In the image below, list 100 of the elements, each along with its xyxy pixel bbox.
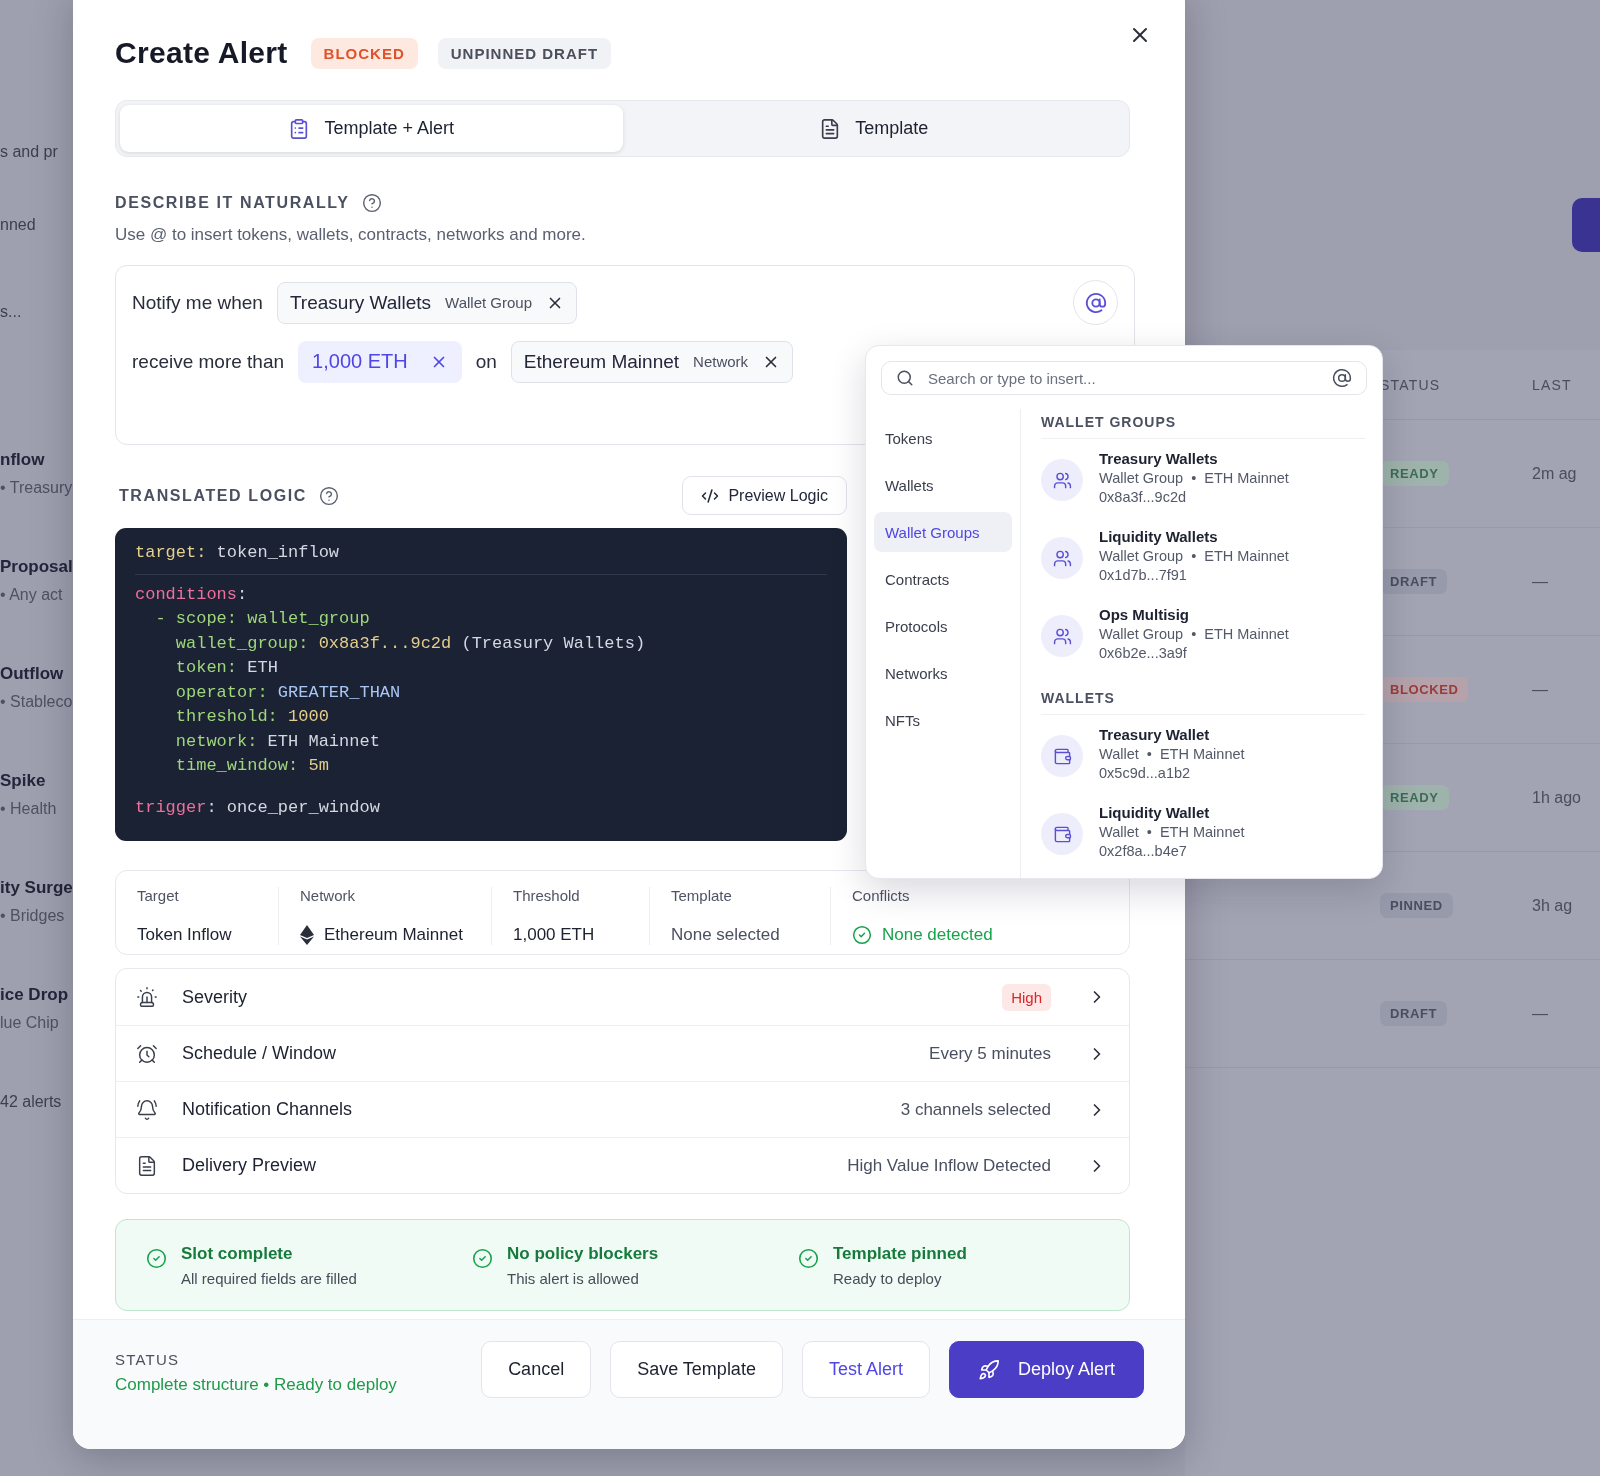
check-circle-icon — [146, 1247, 167, 1269]
table-cell: — — [1532, 680, 1548, 699]
setting-label[interactable]: Severity — [182, 986, 248, 1008]
category-item[interactable]: Wallet Groups — [874, 512, 1012, 552]
hint-text: Use @ to insert tokens, wallets, contracts, networks and more. — [115, 225, 587, 245]
result-address: 0x1d7b...7f91 — [1099, 567, 1188, 583]
result-address: 0x8a3f...9c2d — [1099, 489, 1188, 505]
setting-label[interactable]: Delivery Preview — [182, 1155, 317, 1176]
category-item[interactable]: Wallets — [874, 465, 1012, 505]
check-detail: This alert is allowed — [507, 1269, 640, 1287]
background-text: nned — [0, 215, 37, 235]
chip-label: Ethereum Mainnet — [523, 350, 680, 373]
column-header: LAST — [1532, 376, 1573, 393]
help-icon — [318, 485, 339, 506]
code-line: - scope: wallet_group — [154, 608, 371, 630]
rocket-icon — [977, 1358, 1000, 1381]
result-name[interactable]: Ops Multisig — [1099, 606, 1289, 623]
section-heading: WALLET GROUPS — [1041, 414, 1365, 439]
diamond-icon — [300, 924, 314, 945]
new-alert-button[interactable] — [1572, 198, 1600, 252]
siren-icon — [136, 986, 158, 1008]
summary-value: 1,000 ETH — [513, 924, 595, 945]
tab[interactable]: Template + Alert — [120, 105, 623, 152]
result-meta: Wallet Group • ETH Mainnet — [1099, 470, 1289, 486]
category-item[interactable]: Protocols — [874, 606, 1012, 646]
setting-value: 3 channels selected — [900, 1099, 1051, 1120]
footer-button[interactable]: Cancel — [481, 1341, 592, 1398]
mention-button[interactable] — [1073, 280, 1118, 325]
table-cell: 2m ag — [1532, 464, 1577, 483]
section-heading: WALLETS — [1041, 690, 1365, 715]
alert-subtitle: • Treasury — [0, 478, 73, 498]
section-heading: DESCRIBE IT NATURALLY — [115, 194, 350, 212]
help-icon — [361, 193, 382, 213]
search-field[interactable]: Search or type to insert... — [881, 361, 1367, 395]
chip-label: 1,000 ETH — [312, 350, 408, 373]
deploy-button[interactable]: Deploy Alert — [948, 1341, 1144, 1398]
wallet-icon — [1041, 813, 1083, 855]
alert-subtitle: • Any act — [0, 585, 64, 605]
code-line: network: ETH Mainnet — [174, 730, 381, 753]
check-title: Template pinned — [833, 1243, 967, 1264]
summary-label: Network — [300, 886, 356, 904]
status-badge: DRAFT — [1380, 569, 1448, 594]
status-badge: UNPINNED DRAFT — [437, 37, 612, 69]
alert-subtitle: lue Chip — [0, 1013, 60, 1033]
code-line: wallet_group: 0x8a3f...9c2d (Treasury Wallets) — [174, 632, 647, 655]
category-item[interactable]: Networks — [874, 653, 1012, 693]
alert-title: nflow — [0, 449, 46, 471]
setting-label[interactable]: Schedule / Window — [182, 1043, 337, 1064]
alert-subtitle: • Bridges — [0, 906, 66, 926]
alarm-clock-icon — [136, 1042, 158, 1065]
people-icon — [1041, 537, 1083, 579]
check-title: Slot complete — [181, 1243, 294, 1264]
check-detail: Ready to deploy — [833, 1269, 943, 1287]
background-text: s and pr — [0, 142, 59, 162]
alert-count: 42 alerts — [0, 1092, 63, 1112]
check-title: No policy blockers — [507, 1243, 659, 1264]
footer-button[interactable]: Save Template — [610, 1341, 783, 1398]
tab[interactable]: Template — [622, 105, 1125, 152]
result-meta: Wallet Group • ETH Mainnet — [1099, 548, 1289, 564]
severity-badge: High — [1002, 983, 1051, 1011]
wallet-icon — [1041, 735, 1083, 777]
chip-label: Treasury Wallets — [289, 291, 432, 314]
summary-label: Target — [137, 886, 180, 904]
status-label: STATUS — [115, 1351, 181, 1368]
result-name[interactable]: Treasury Wallet — [1099, 726, 1245, 743]
result-name[interactable]: Liquidity Wallets — [1099, 528, 1289, 545]
chip-type: Wallet Group — [445, 294, 533, 311]
result-name[interactable]: Liquidity Wallet — [1099, 804, 1245, 821]
category-item[interactable]: Contracts — [874, 559, 1012, 599]
code-icon — [701, 486, 720, 505]
footer-button[interactable]: Test Alert — [801, 1341, 930, 1398]
document-icon — [136, 1154, 158, 1177]
setting-value: High Value Inflow Detected — [847, 1155, 1051, 1176]
chip-type: Network — [693, 353, 749, 370]
table-cell: 3h ag — [1532, 896, 1573, 915]
summary-label: Threshold — [513, 886, 581, 904]
result-meta: Wallet • ETH Mainnet — [1099, 746, 1245, 762]
summary-value: None detected — [882, 924, 993, 945]
preview-logic-button[interactable]: Preview Logic — [682, 476, 847, 515]
result-name[interactable]: Treasury Wallets — [1099, 450, 1289, 467]
alert-subtitle: • Health — [0, 799, 58, 819]
people-icon — [1041, 615, 1083, 657]
result-address: 0x6b2e...3a9f — [1099, 645, 1188, 661]
category-item[interactable]: NFTs — [874, 700, 1012, 740]
status-text: Complete structure • Ready to deploy — [115, 1375, 397, 1395]
code-line: trigger: once_per_window — [135, 796, 381, 819]
code-line: threshold: 1000 — [174, 706, 330, 728]
check-circle-icon — [852, 924, 872, 945]
at-sign-icon — [1084, 291, 1107, 314]
summary-label: Conflicts — [852, 886, 911, 904]
summary-value: Ethereum Mainnet — [324, 924, 463, 945]
alert-subtitle: • Stableco — [0, 692, 73, 712]
sentence-text: Notify me when — [132, 291, 263, 314]
status-badge: PINNED — [1380, 893, 1453, 918]
setting-label[interactable]: Notification Channels — [182, 1099, 353, 1120]
result-address: 0x5c9d...a1b2 — [1099, 765, 1192, 781]
table-cell: — — [1532, 1004, 1548, 1023]
code-line: token: ETH — [174, 657, 279, 679]
search-icon — [896, 369, 914, 387]
summary-value: Token Inflow — [137, 924, 232, 945]
